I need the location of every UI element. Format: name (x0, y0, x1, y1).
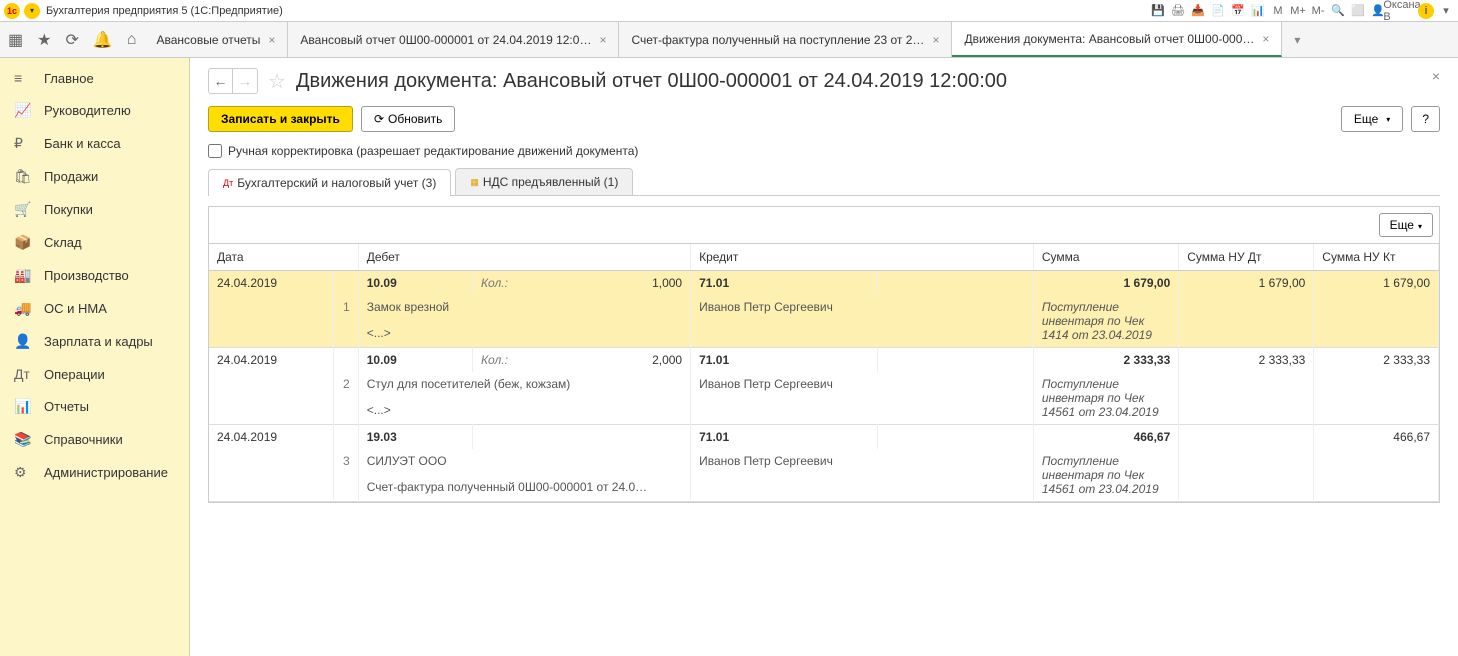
col-date[interactable]: Дата (209, 244, 358, 271)
sidebar-item-assets[interactable]: 🚚ОС и НМА (0, 292, 189, 325)
tab-bar: ▦ ★ ⟳ 🔔 ⌂ Авансовые отчеты× Авансовый от… (0, 22, 1458, 58)
table-row[interactable]: Счет-фактура полученный 0Ш00-000001 от 2… (209, 475, 1439, 502)
save-close-button[interactable]: Записать и закрыть (208, 106, 353, 132)
box-icon: 📦 (14, 234, 34, 251)
sidebar-item-main[interactable]: ≡Главное (0, 62, 189, 94)
content-area: × ← → ☆ Движения документа: Авансовый от… (190, 58, 1458, 656)
factory-icon: 🏭 (14, 267, 34, 284)
tab-advance-report-doc[interactable]: Авансовый отчет 0Ш00-000001 от 24.04.201… (288, 22, 619, 57)
tab-document-movements[interactable]: Движения документа: Авансовый отчет 0Ш00… (952, 22, 1282, 57)
calendar-icon[interactable]: 📅 (1230, 3, 1246, 19)
dtkt-icon: Дт (14, 366, 34, 382)
table-row[interactable]: 2Стул для посетителей (беж, кожзам)Ивано… (209, 372, 1439, 398)
vat-mini-icon: ▦ (470, 177, 479, 188)
col-sum-nu-dt[interactable]: Сумма НУ Дт (1179, 244, 1314, 271)
bars-icon: 📊 (14, 398, 34, 415)
refresh-icon: ⟳ (374, 112, 384, 126)
table-row[interactable]: 24.04.201910.09Кол.:2,00071.012 333,332 … (209, 348, 1439, 373)
help-button[interactable]: ? (1411, 106, 1440, 132)
cart-icon: 🛒 (14, 201, 34, 218)
books-icon: 📚 (14, 431, 34, 448)
close-icon[interactable]: × (599, 33, 606, 47)
page-title: Движения документа: Авансовый отчет 0Ш00… (296, 70, 1007, 93)
sidebar-item-operations[interactable]: ДтОперации (0, 358, 189, 390)
favorites-icon[interactable]: ★ (37, 30, 51, 50)
sidebar-item-manager[interactable]: 📈Руководителю (0, 94, 189, 127)
user-name[interactable]: Оксана В (1394, 3, 1410, 19)
calculator-icon[interactable]: 📊 (1250, 3, 1266, 19)
table-more-button[interactable]: Еще (1379, 213, 1433, 237)
sidebar-item-production[interactable]: 🏭Производство (0, 259, 189, 292)
sidebar-item-directories[interactable]: 📚Справочники (0, 423, 189, 456)
person-icon: 👤 (14, 333, 34, 350)
table-row[interactable]: <...> (209, 398, 1439, 425)
sidebar-item-warehouse[interactable]: 📦Склад (0, 226, 189, 259)
info-dropdown-icon[interactable]: ▾ (1438, 3, 1454, 19)
tab-invoice[interactable]: Счет-фактура полученный на поступление 2… (619, 22, 952, 57)
info-icon[interactable]: i (1418, 3, 1434, 19)
sidebar-item-sales[interactable]: 🛍Продажи (0, 160, 189, 193)
col-credit[interactable]: Кредит (691, 244, 1034, 271)
table-header-row: Дата Дебет Кредит Сумма Сумма НУ Дт Сумм… (209, 244, 1439, 271)
gear-icon: ⚙ (14, 464, 34, 481)
sidebar-item-admin[interactable]: ⚙Администрирование (0, 456, 189, 489)
sidebar-item-purchases[interactable]: 🛒Покупки (0, 193, 189, 226)
zoom-icon[interactable]: 🔍 (1330, 3, 1346, 19)
sidebar-item-bank[interactable]: ₽Банк и касса (0, 127, 189, 160)
print-icon[interactable]: 🖨 (1170, 3, 1186, 19)
table-row[interactable]: <...> (209, 321, 1439, 348)
history-icon[interactable]: ⟳ (65, 30, 78, 50)
app-dropdown-icon[interactable]: ▾ (24, 3, 40, 19)
close-icon[interactable]: × (268, 33, 275, 47)
nav-forward-icon[interactable]: → (233, 69, 257, 93)
apps-grid-icon[interactable]: ▦ (8, 30, 23, 50)
refresh-button[interactable]: ⟳Обновить (361, 106, 455, 132)
document-icon[interactable]: 📄 (1210, 3, 1226, 19)
window-icon[interactable]: ⬜ (1350, 3, 1366, 19)
favorite-star-icon[interactable]: ☆ (268, 69, 286, 94)
table-row[interactable]: 3СИЛУЭТ ОООИванов Петр СергеевичПоступле… (209, 449, 1439, 475)
col-debit[interactable]: Дебет (358, 244, 690, 271)
bag-icon: 🛍 (14, 168, 34, 185)
ruble-icon: ₽ (14, 135, 34, 152)
home-icon[interactable]: ⌂ (127, 31, 137, 49)
memory-mplus-icon[interactable]: M+ (1290, 3, 1306, 19)
col-sum-nu-kt[interactable]: Сумма НУ Кт (1314, 244, 1439, 271)
memory-m-icon[interactable]: M (1270, 3, 1286, 19)
app-logo-icon: 1с (4, 3, 20, 19)
close-icon[interactable]: × (1262, 32, 1269, 46)
transactions-table: Дата Дебет Кредит Сумма Сумма НУ Дт Сумм… (209, 244, 1439, 502)
sidebar-item-reports[interactable]: 📊Отчеты (0, 390, 189, 423)
more-button[interactable]: Еще (1341, 106, 1403, 132)
truck-icon: 🚚 (14, 300, 34, 317)
table-row[interactable]: 24.04.201919.0371.01466,67466,67 (209, 425, 1439, 450)
title-bar: 1с ▾ Бухгалтерия предприятия 5 (1С:Предп… (0, 0, 1458, 22)
close-page-icon[interactable]: × (1432, 68, 1440, 84)
manual-correction-label: Ручная корректировка (разрешает редактир… (228, 144, 638, 158)
nav-back-icon[interactable]: ← (209, 69, 233, 93)
app-title: Бухгалтерия предприятия 5 (1С:Предприяти… (46, 5, 283, 17)
sidebar: ≡Главное 📈Руководителю ₽Банк и касса 🛍Пр… (0, 58, 190, 656)
download-icon[interactable]: 📥 (1190, 3, 1206, 19)
notifications-icon[interactable]: 🔔 (93, 30, 113, 50)
save-icon[interactable]: 💾 (1150, 3, 1166, 19)
titlebar-right-icons: 💾 🖨 📥 📄 📅 📊 M M+ M- 🔍 ⬜ 👤 Оксана В i ▾ (1150, 3, 1454, 19)
table-row[interactable]: 1Замок врезнойИванов Петр СергеевичПосту… (209, 295, 1439, 321)
manual-correction-checkbox[interactable] (208, 144, 222, 158)
menu-icon: ≡ (14, 70, 34, 86)
subtab-accounting[interactable]: ДтБухгалтерский и налоговый учет (3) (208, 169, 451, 196)
nav-buttons: ← → (208, 68, 258, 94)
tab-advance-reports[interactable]: Авансовые отчеты× (144, 22, 288, 57)
close-icon[interactable]: × (932, 33, 939, 47)
sidebar-item-salary[interactable]: 👤Зарплата и кадры (0, 325, 189, 358)
table-row[interactable]: 24.04.201910.09Кол.:1,00071.011 679,001 … (209, 271, 1439, 296)
tab-overflow-icon[interactable]: ▾ (1282, 22, 1312, 57)
col-sum[interactable]: Сумма (1033, 244, 1178, 271)
chart-icon: 📈 (14, 102, 34, 119)
memory-mminus-icon[interactable]: M- (1310, 3, 1326, 19)
dtkt-mini-icon: Дт (223, 178, 233, 188)
subtab-vat[interactable]: ▦НДС предъявленный (1) (455, 168, 633, 195)
